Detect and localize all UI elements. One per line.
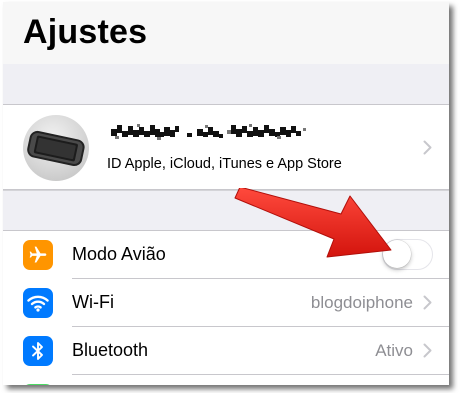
chevron-right-icon (423, 295, 432, 310)
chevron-right-icon (423, 140, 432, 155)
wifi-icon (23, 288, 53, 318)
settings-list: Modo Avião Wi-Fi blogdoiphone Bluetooth … (3, 230, 449, 385)
toggle-knob (383, 240, 411, 268)
section-spacer (3, 190, 449, 230)
airplane-mode-toggle[interactable] (382, 239, 433, 270)
chevron-right-icon (423, 343, 432, 358)
page-title: Ajustes (23, 13, 148, 51)
account-subtitle: ID Apple, iCloud, iTunes e App Store (107, 156, 342, 172)
iphone-avatar-icon (27, 130, 85, 167)
apple-id-row[interactable]: ID Apple, iCloud, iTunes e App Store (3, 104, 449, 190)
airplane-mode-label: Modo Avião (72, 244, 166, 264)
wifi-network-value: blogdoiphone (310, 293, 413, 312)
navigation-header: Ajustes (3, 2, 449, 64)
pixelated-name-icon (111, 124, 306, 140)
airplane-icon (23, 240, 53, 270)
wifi-label: Wi-Fi (72, 292, 114, 312)
settings-row-airplane-mode: Modo Avião (3, 231, 449, 279)
section-spacer (3, 64, 449, 104)
avatar (23, 115, 89, 181)
account-name-redacted (107, 119, 327, 145)
settings-screen: Ajustes ID Apple, iCloud, iTunes e App S… (3, 2, 449, 385)
settings-row-wifi[interactable]: Wi-Fi blogdoiphone (3, 279, 449, 327)
row-separator (72, 374, 449, 375)
bluetooth-label: Bluetooth (72, 340, 149, 360)
bluetooth-status-value: Ativo (375, 341, 413, 360)
bluetooth-icon (23, 336, 53, 366)
cellular-icon (23, 384, 53, 385)
settings-row-bluetooth[interactable]: Bluetooth Ativo (3, 327, 449, 375)
